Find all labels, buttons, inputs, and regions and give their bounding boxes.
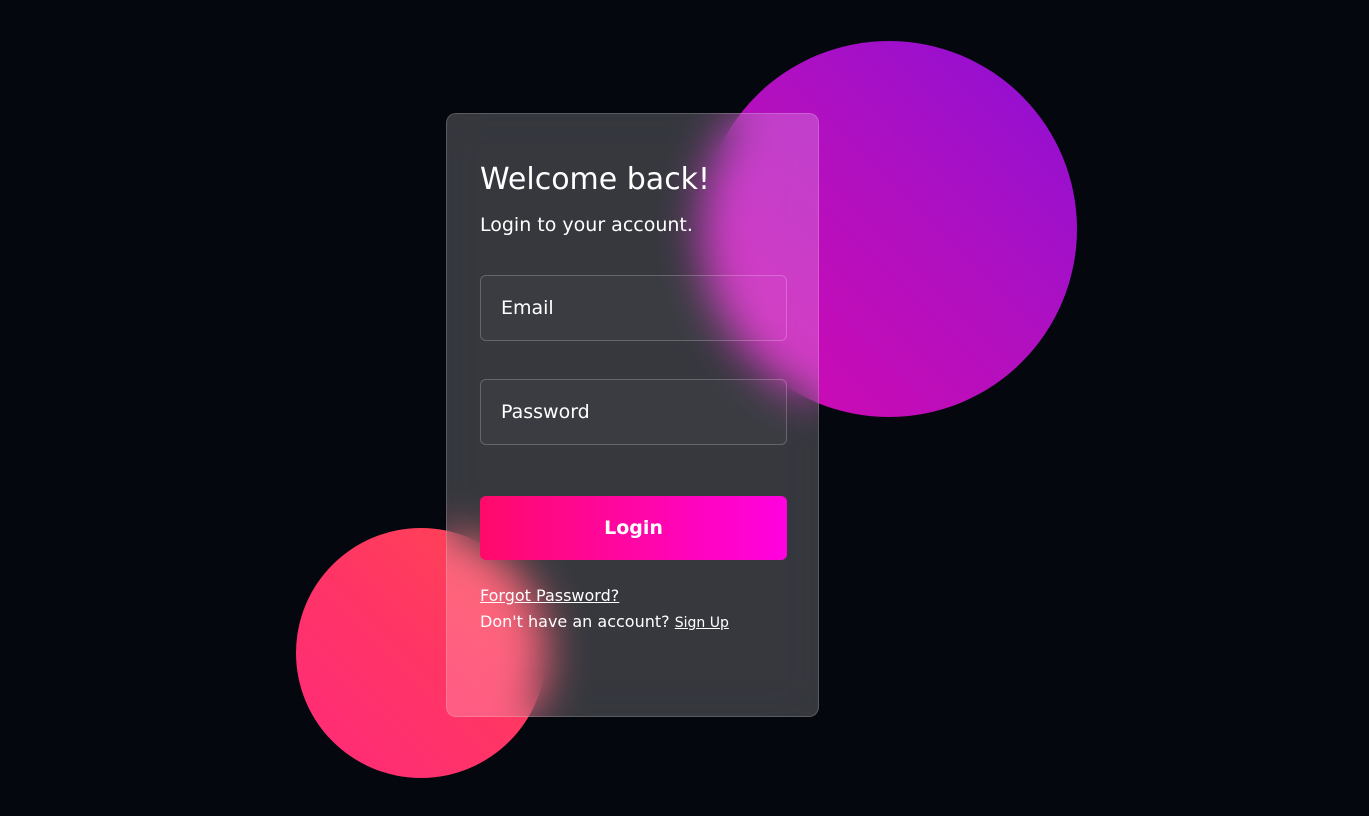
login-button[interactable]: Login (480, 496, 787, 560)
email-field[interactable] (480, 275, 787, 341)
forgot-password-link[interactable]: Forgot Password? (480, 586, 619, 605)
page-subtitle: Login to your account. (480, 214, 693, 236)
no-account-text: Don't have an account? (480, 612, 670, 631)
page-title: Welcome back! (480, 162, 711, 197)
sign-up-link[interactable]: Sign Up (675, 615, 729, 631)
login-card: Welcome back! Login to your account. Log… (446, 113, 819, 717)
password-field[interactable] (480, 379, 787, 445)
signup-prompt: Don't have an account? Sign Up (480, 612, 729, 631)
login-page: Welcome back! Login to your account. Log… (0, 0, 1369, 816)
